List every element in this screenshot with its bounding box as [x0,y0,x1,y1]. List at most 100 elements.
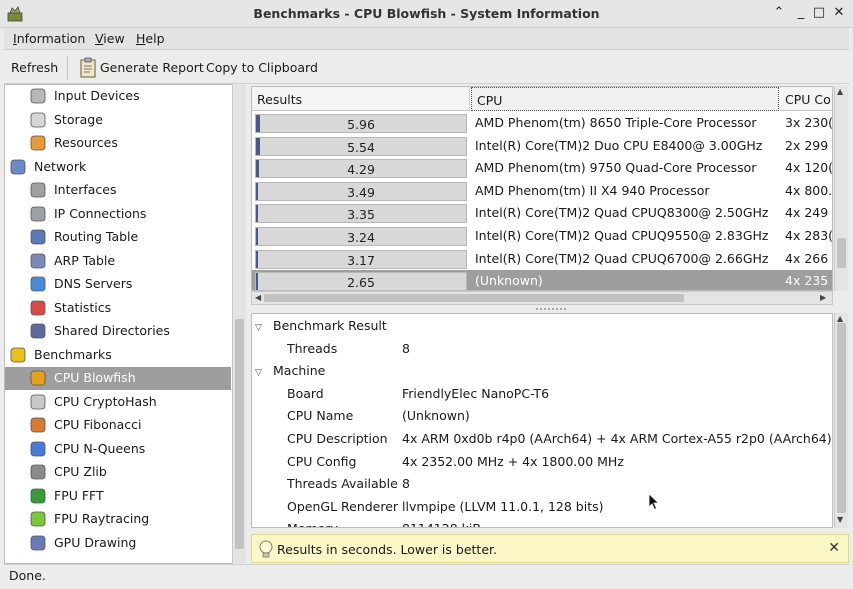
results-scroll-thumb[interactable] [837,238,846,268]
shade-button[interactable]: ⌃ [770,4,788,22]
pane-splitter-handle[interactable] [534,307,568,311]
ip-connections-icon [30,206,46,221]
results-hscroll-thumb[interactable] [264,294,684,302]
sidebar-item-cpu-zlib[interactable]: CPU Zlib [29,461,229,484]
menu-help[interactable]: Help [136,31,165,46]
sidebar-item-benchmarks[interactable]: Benchmarks [9,344,209,367]
menu-bar: Information View Help [4,28,849,50]
expander-arrow-icon[interactable]: ▽ [255,323,269,333]
refresh-button[interactable]: Refresh [11,60,58,75]
storage-icon [30,112,46,127]
sidebar-item-arp-table[interactable]: ARP Table [29,250,229,273]
result-value: 2.65 [347,275,375,291]
result-value: 4.29 [347,162,375,178]
detail-key: CPU Config [287,453,357,469]
sidebar-item-cpu-cryptohash[interactable]: CPU CryptoHash [29,391,229,414]
table-row[interactable]: 2.65 (Unknown) 4x 235 [252,270,832,291]
sidebar-item-resources[interactable]: Resources [29,132,229,155]
sidebar-item-label: CPU Blowfish [54,370,136,385]
fpu-raytracing-icon [30,511,46,527]
sidebar-item-cpu-blowfish[interactable]: CPU Blowfish [5,367,231,390]
table-row[interactable]: 5.96 AMD Phenom(tm) 8650 Triple-Core Proc… [252,112,832,135]
status-bar: Done. [4,564,849,585]
result-value: 3.35 [347,207,375,223]
detail-key: CPU Name [287,408,354,424]
details-scroll-up-icon[interactable]: ▲ [837,314,843,323]
generate-report-icon[interactable] [78,57,98,79]
result-value: 5.54 [347,139,375,155]
maximize-button[interactable]: □ [810,4,828,22]
details-scroll-down-icon[interactable]: ▼ [837,515,843,524]
sidebar-item-label: FPU FFT [54,487,104,503]
cpu-name-cell: Intel(R) Core(TM)2 Quad CPUQ6700@ 2.66GH… [475,250,769,266]
sidebar-item-label: CPU Fibonacci [54,417,142,432]
sidebar-item-cpu-fibonacci[interactable]: CPU Fibonacci [29,414,229,437]
sidebar-item-cpu-n-queens[interactable]: CPU N-Queens [29,438,229,461]
result-value: 3.49 [347,184,375,200]
resources-icon [30,135,46,151]
cpu-config-cell: 4x 283( [785,228,833,243]
table-row[interactable]: 5.54 Intel(R) Core(TM)2 Duo CPU E8400@ 3.… [252,135,832,158]
title-bar: Benchmarks - CPU Blowfish - System Infor… [0,0,853,28]
menu-information[interactable]: Information [13,31,85,46]
fpu-fft-icon [30,488,46,503]
arp-table-icon [30,253,46,268]
sidebar-tree: Input Devices Storage Resources Network Inte… [4,84,246,564]
close-window-button[interactable]: ✕ [830,4,848,22]
menu-view[interactable]: View [95,31,125,46]
details-section-header[interactable]: ▽ Machine [255,363,325,378]
scroll-left-arrow-icon[interactable]: ◀ [255,293,261,302]
input-devices-icon [30,88,46,104]
column-header-cpu-config[interactable]: CPU Co [780,87,832,111]
column-header-cpu[interactable]: CPU [471,87,779,111]
sidebar-item-gpu-drawing[interactable]: GPU Drawing [29,532,229,555]
sidebar-item-network[interactable]: Network [9,156,209,179]
scroll-up-arrow-icon[interactable]: ▲ [837,87,843,96]
result-bar: 5.96 [255,114,467,133]
sidebar-scrollbar[interactable] [232,84,246,564]
table-row[interactable]: 3.35 Intel(R) Core(TM)2 Quad CPUQ8300@ 2.… [252,202,832,225]
table-row[interactable]: 3.24 Intel(R) Core(TM)2 Quad CPUQ9550@ 2.… [252,225,833,248]
sidebar-item-input-devices[interactable]: Input Devices [29,85,229,108]
sidebar-item-fpu-fft[interactable]: FPU FFT [29,485,229,508]
sidebar-item-fpu-raytracing[interactable]: FPU Raytracing [29,508,229,531]
sidebar-item-interfaces[interactable]: Interfaces [29,179,229,202]
sidebar-item-label: CPU CryptoHash [54,393,157,409]
generate-report-button[interactable]: Generate Report [100,60,204,75]
close-infobar-icon[interactable]: ✕ [828,540,840,556]
table-row[interactable]: 3.49 AMD Phenom(tm) II X4 940 Processor 4x… [252,180,832,203]
scroll-right-arrow-icon[interactable]: ▶ [820,293,826,302]
sidebar-item-storage[interactable]: Storage [29,109,229,132]
expander-arrow-icon[interactable]: ▽ [255,368,269,378]
result-bar: 5.54 [255,136,467,156]
sidebar-item-label: Input Devices [54,88,140,103]
minimize-button[interactable]: _ [792,4,810,22]
sidebar-scroll-thumb[interactable] [235,319,244,549]
details-scroll-thumb[interactable] [837,323,846,513]
results-horizontal-scrollbar[interactable]: ◀ ▶ [251,291,833,305]
cpu-name-cell: AMD Phenom(tm) 8650 Triple-Core Processo… [475,115,757,130]
copy-to-clipboard-button[interactable]: Copy to Clipboard [206,60,318,75]
sidebar-item-routing-table[interactable]: Routing Table [29,226,229,249]
details-section-header[interactable]: ▽ Benchmark Result [255,318,387,333]
detail-value: 8114128 kiB [402,521,481,527]
benchmarks-icon [10,347,26,362]
dns-servers-icon [30,276,46,292]
column-header-results[interactable]: Results [252,87,470,111]
results-table: Results CPU CPU Co 5.96 AMD Phenom(tm) 86… [251,86,833,291]
cpu-name-cell: (Unknown) [475,273,543,289]
table-row[interactable]: 4.29 AMD Phenom(tm) 9750 Quad-Core Proces… [252,157,832,180]
result-bar: 2.65 [255,272,467,291]
detail-key: Threads [287,340,338,356]
sidebar-item-dns-servers[interactable]: DNS Servers [29,273,229,296]
sidebar-item-statistics[interactable]: Statistics [29,297,229,320]
sidebar-item-ip-connections[interactable]: IP Connections [29,203,229,226]
sidebar-item-label: CPU Zlib [54,464,107,479]
details-scrollbar[interactable]: ▲ ▼ [834,313,848,528]
cpu-name-cell: Intel(R) Core(TM)2 Quad CPUQ8300@ 2.50GH… [475,205,769,221]
sidebar-item-label: Resources [54,135,118,150]
table-row[interactable]: 3.17 Intel(R) Core(TM)2 Quad CPUQ6700@ 2.… [252,248,832,271]
results-vertical-scrollbar[interactable]: ▲ [834,86,848,291]
result-bar: 3.24 [255,227,467,246]
sidebar-item-shared-directories[interactable]: Shared Directories [29,320,229,343]
